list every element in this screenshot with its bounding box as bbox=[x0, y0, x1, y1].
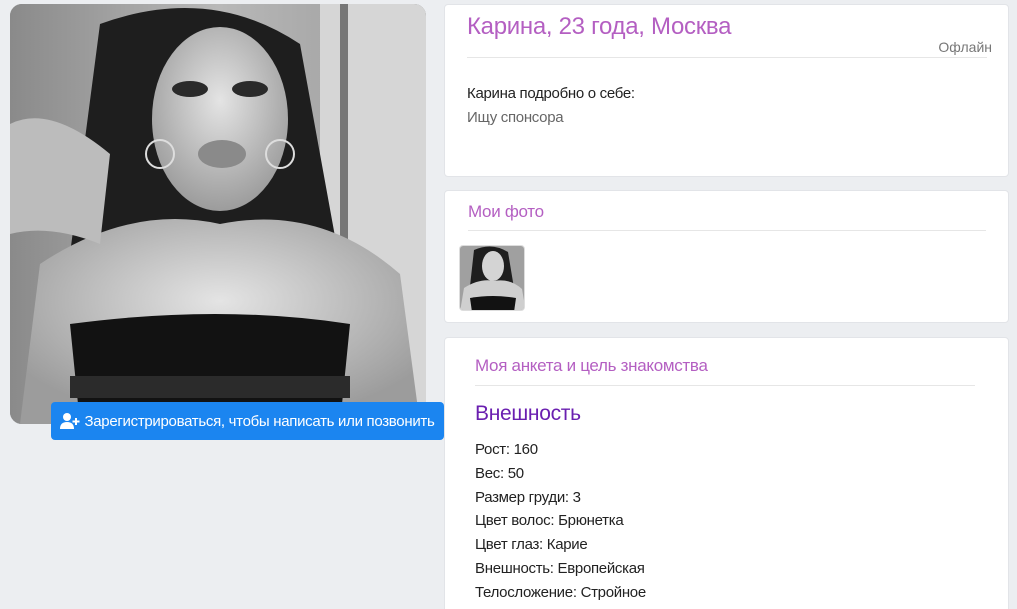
attribute-label: Цвет волос bbox=[475, 512, 551, 530]
user-plus-icon bbox=[60, 413, 80, 429]
attribute-value: 160 bbox=[513, 441, 538, 458]
attribute-label: Рост bbox=[475, 441, 506, 458]
questionnaire-title: Моя анкета и цель знакомства bbox=[475, 356, 708, 375]
attribute-value: 50 bbox=[507, 464, 524, 482]
divider bbox=[468, 230, 986, 231]
attribute-item: Внешность: Европейская bbox=[475, 559, 645, 577]
attribute-label: Размер груди bbox=[475, 488, 565, 506]
my-photos-title: Мои фото bbox=[468, 202, 544, 221]
attribute-label: Вес bbox=[475, 464, 500, 482]
divider bbox=[467, 57, 987, 58]
profile-header-card: Карина, 23 года, Москва Офлайн Карина по… bbox=[444, 4, 1009, 177]
attribute-value: Стройное bbox=[580, 583, 647, 601]
attribute-value: 3 bbox=[572, 488, 581, 506]
attribute-item: Вес: 50 bbox=[475, 464, 524, 482]
register-to-contact-button[interactable]: Зарегистрироваться, чтобы написать или п… bbox=[51, 402, 444, 440]
attribute-item: Телосложение: Стройное bbox=[475, 583, 647, 601]
questionnaire-card: Моя анкета и цель знакомства Внешность Р… bbox=[444, 337, 1009, 609]
my-photos-card: Мои фото bbox=[444, 190, 1009, 323]
online-status: Офлайн bbox=[938, 39, 992, 55]
about-label: Карина подробно о себе: bbox=[467, 85, 635, 102]
photo-thumbnail[interactable] bbox=[459, 245, 525, 311]
register-button-label: Зарегистрироваться, чтобы написать или п… bbox=[84, 412, 435, 430]
attribute-item: Цвет глаз: Карие bbox=[475, 536, 588, 554]
attribute-label: Телосложение bbox=[475, 583, 573, 601]
attribute-label: Цвет глаз bbox=[475, 536, 540, 554]
attribute-value: Карие bbox=[546, 536, 588, 554]
about-text: Ищу спонсора bbox=[467, 109, 564, 126]
attribute-value: Европейская bbox=[557, 559, 645, 577]
attribute-item: Рост: 160 bbox=[475, 441, 538, 458]
attribute-value: Брюнетка bbox=[558, 512, 624, 530]
appearance-heading: Внешность bbox=[475, 402, 581, 425]
attribute-item: Цвет волос: Брюнетка bbox=[475, 512, 624, 530]
attribute-label: Внешность bbox=[475, 559, 550, 577]
attribute-item: Размер груди: 3 bbox=[475, 488, 581, 506]
profile-title: Карина, 23 года, Москва bbox=[467, 13, 732, 40]
divider bbox=[475, 385, 975, 386]
attribute-list: Рост: 160 Вес: 50 Размер груди: 3 Цвет воло… bbox=[475, 438, 646, 605]
profile-main-photo[interactable] bbox=[10, 4, 426, 424]
